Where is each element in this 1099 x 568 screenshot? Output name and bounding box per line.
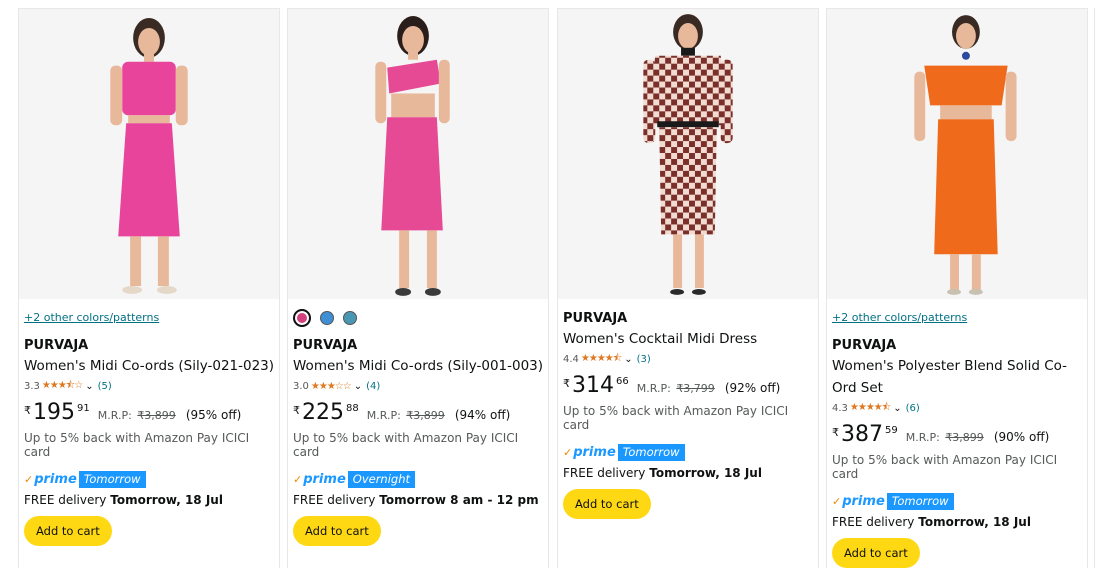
price-fraction: 59 [885,425,898,436]
discount: (94% off) [454,408,511,422]
product-card[interactable]: +2 other colors/patterns PURVAJA Women's… [18,8,280,568]
discount: (90% off) [993,430,1050,444]
review-count[interactable]: (3) [637,354,651,365]
product-image[interactable] [558,9,818,299]
color-swatch[interactable] [343,311,357,325]
star-rating-icon: ★★★★⯪ [580,352,622,364]
chevron-down-icon[interactable]: ⌄ [85,381,93,392]
mrp: M.R.P: ₹3,899 [97,409,176,422]
product-image[interactable] [827,9,1087,299]
price[interactable]: ₹ 195 91 M.R.P: ₹3,899 (95% off) [24,401,275,425]
delivery-info: FREE delivery Tomorrow, 18 Jul [24,493,223,507]
cashback-offer: Up to 5% back with Amazon Pay ICICI card [293,431,519,459]
currency-symbol: ₹ [293,404,300,417]
mrp: M.R.P: ₹3,799 [636,382,715,395]
rating-row[interactable]: 4.3 ★★★★⯪ ⌄ (6) [832,401,1083,415]
star-rating-icon: ★★★☆☆ [310,380,352,392]
rating-value: 3.3 [24,380,40,392]
price-whole: 225 [302,400,344,425]
next-product-card-edge [1094,8,1099,568]
add-to-cart-button[interactable]: Add to cart [563,489,651,519]
price-whole: 314 [572,373,614,398]
prime-logo: ✓ prime [24,471,77,487]
star-rating-icon: ★★★★⯪ [849,401,891,413]
chevron-down-icon[interactable]: ⌄ [624,354,632,365]
delivery-info: FREE delivery Tomorrow 8 am - 12 pm [293,493,539,507]
prime-badge: ✓ prime Tomorrow [24,470,275,488]
prime-logo: ✓ prime [563,444,616,460]
prime-logo: ✓ prime [832,493,885,509]
price-fraction: 88 [346,403,359,414]
chevron-down-icon[interactable]: ⌄ [354,381,362,392]
review-count[interactable]: (5) [98,381,112,392]
price[interactable]: ₹ 314 66 M.R.P: ₹3,799 (92% off) [563,374,814,398]
prime-badge: ✓ prime Tomorrow [832,492,1083,510]
price[interactable]: ₹ 225 88 M.R.P: ₹3,899 (94% off) [293,401,544,425]
rating-value: 4.4 [563,353,579,365]
product-card[interactable]: +2 other colors/patterns PURVAJA Women's… [826,8,1088,568]
prime-delivery-tag: Overnight [347,470,416,488]
brand: PURVAJA [24,338,89,353]
mrp: M.R.P: ₹3,899 [366,409,445,422]
rating-value: 4.3 [832,402,848,414]
delivery-info: FREE delivery Tomorrow, 18 Jul [563,466,762,480]
discount: (92% off) [724,381,781,395]
delivery-info: FREE delivery Tomorrow, 18 Jul [832,515,1031,529]
chevron-down-icon[interactable]: ⌄ [893,403,901,414]
other-colors-link[interactable]: +2 other colors/patterns [832,311,1083,324]
currency-symbol: ₹ [832,426,839,439]
currency-symbol: ₹ [563,377,570,390]
add-to-cart-button[interactable]: Add to cart [293,516,381,546]
rating-row[interactable]: 3.0 ★★★☆☆ ⌄ (4) [293,379,544,393]
product-card[interactable]: PURVAJA Women's Cocktail Midi Dress 4.4 … [557,8,819,568]
prime-check-icon: ✓ [832,494,842,508]
product-image[interactable] [19,9,279,299]
product-title[interactable]: Women's Polyester Blend Solid Co-Ord Set [832,355,1083,399]
brand: PURVAJA [563,311,628,326]
color-swatch[interactable] [293,309,311,327]
price-fraction: 91 [77,403,90,414]
prime-check-icon: ✓ [24,472,34,486]
prime-delivery-tag: Tomorrow [886,492,954,510]
prime-badge: ✓ prime Tomorrow [563,443,814,461]
prime-check-icon: ✓ [293,472,303,486]
product-title[interactable]: Women's Midi Co-ords (Sily-001-003) [293,355,544,377]
mrp: M.R.P: ₹3,899 [905,431,984,444]
rating-value: 3.0 [293,380,309,392]
brand: PURVAJA [832,338,897,353]
review-count[interactable]: (6) [906,403,920,414]
product-title[interactable]: Women's Midi Co-ords (Sily-021-023) [24,355,275,377]
price[interactable]: ₹ 387 59 M.R.P: ₹3,899 (90% off) [832,423,1083,447]
currency-symbol: ₹ [24,404,31,417]
rating-row[interactable]: 4.4 ★★★★⯪ ⌄ (3) [563,352,814,366]
prime-logo: ✓ prime [293,471,346,487]
cashback-offer: Up to 5% back with Amazon Pay ICICI card [563,404,789,432]
product-title[interactable]: Women's Cocktail Midi Dress [563,328,814,350]
add-to-cart-button[interactable]: Add to cart [24,516,112,546]
product-photo [827,10,1087,298]
prime-delivery-tag: Tomorrow [617,443,685,461]
color-swatch[interactable] [320,311,334,325]
prime-check-icon: ✓ [563,445,573,459]
prime-badge: ✓ prime Overnight [293,470,544,488]
discount: (95% off) [185,408,242,422]
product-photo [288,10,548,298]
product-card[interactable]: PURVAJA Women's Midi Co-ords (Sily-001-0… [287,8,549,568]
price-whole: 195 [33,400,75,425]
rating-row[interactable]: 3.3 ★★★⯪☆ ⌄ (5) [24,379,275,393]
prime-delivery-tag: Tomorrow [78,470,146,488]
star-rating-icon: ★★★⯪☆ [41,379,83,391]
review-count[interactable]: (4) [366,381,380,392]
price-fraction: 66 [616,376,629,387]
cashback-offer: Up to 5% back with Amazon Pay ICICI card [24,431,250,459]
product-photo [558,10,818,298]
product-image[interactable] [288,9,548,299]
color-swatches [293,309,544,327]
price-whole: 387 [841,422,883,447]
product-photo [19,10,279,298]
other-colors-link[interactable]: +2 other colors/patterns [24,311,275,324]
brand: PURVAJA [293,338,358,353]
cashback-offer: Up to 5% back with Amazon Pay ICICI card [832,453,1058,481]
